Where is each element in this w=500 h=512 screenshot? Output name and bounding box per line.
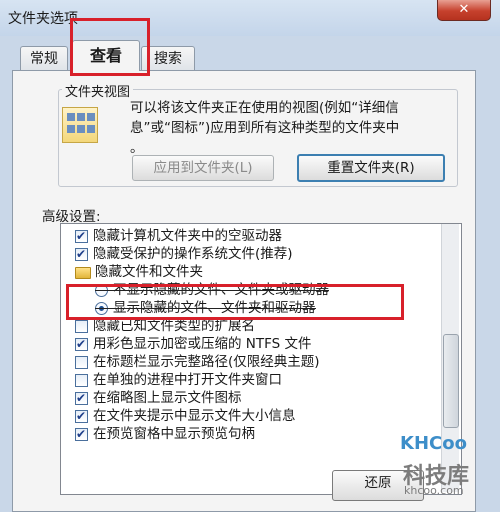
- list-item[interactable]: 不显示隐藏的文件、文件夹或驱动器: [95, 280, 329, 300]
- title-bar: 文件夹选项 ✕: [0, 0, 500, 36]
- tab-view[interactable]: 查看: [72, 40, 140, 71]
- checkbox[interactable]: [75, 320, 88, 333]
- tab-search[interactable]: 搜索: [141, 46, 195, 71]
- scrollbar-thumb[interactable]: [443, 334, 459, 428]
- checkbox[interactable]: [75, 406, 88, 426]
- tab-general[interactable]: 常规: [20, 46, 68, 71]
- folder-views-icon: [62, 107, 98, 143]
- advanced-settings-list[interactable]: 隐藏计算机文件夹中的空驱动器 隐藏受保护的操作系统文件(推荐) 隐藏文件和文件夹…: [60, 223, 462, 495]
- list-item-label: 隐藏文件和文件夹: [95, 264, 203, 280]
- radio-button[interactable]: [95, 284, 108, 297]
- folder-views-description: 可以将该文件夹正在使用的视图(例如“详细信 息”或“图标”)应用到所有这种类型的…: [130, 98, 450, 158]
- list-item[interactable]: 在标题栏显示完整路径(仅限经典主题): [75, 352, 320, 372]
- checkbox[interactable]: [75, 334, 88, 354]
- list-item-label: 在标题栏显示完整路径(仅限经典主题): [93, 354, 320, 370]
- list-item[interactable]: 在单独的进程中打开文件夹窗口: [75, 370, 282, 390]
- list-item[interactable]: 隐藏受保护的操作系统文件(推荐): [75, 244, 293, 264]
- list-item: 隐藏文件和文件夹: [75, 262, 203, 282]
- list-item[interactable]: 在缩略图上显示文件图标: [75, 388, 242, 408]
- apply-to-folders-button[interactable]: 应用到文件夹(L): [132, 155, 274, 181]
- checkbox[interactable]: [75, 244, 88, 264]
- checkbox[interactable]: [75, 356, 88, 369]
- list-item[interactable]: 在文件夹提示中显示文件大小信息: [75, 406, 296, 426]
- checkbox[interactable]: [75, 388, 88, 408]
- list-item-label: 在预览窗格中显示预览句柄: [93, 426, 255, 442]
- description-line: 可以将该文件夹正在使用的视图(例如“详细信: [130, 100, 399, 116]
- list-item[interactable]: 隐藏已知文件类型的扩展名: [75, 316, 255, 336]
- folder-views-legend: 文件夹视图: [62, 81, 134, 100]
- list-item-label: 在缩略图上显示文件图标: [93, 390, 242, 406]
- watermark-brand: KHCoo: [400, 433, 467, 454]
- watermark-url: khcoo.com: [404, 484, 464, 497]
- list-item[interactable]: 用彩色显示加密或压缩的 NTFS 文件: [75, 334, 312, 354]
- list-item[interactable]: 显示隐藏的文件、文件夹和驱动器: [95, 298, 316, 318]
- list-item-label: 不显示隐藏的文件、文件夹或驱动器: [113, 282, 329, 298]
- list-item-label: 隐藏已知文件类型的扩展名: [93, 318, 255, 334]
- list-item[interactable]: 在预览窗格中显示预览句柄: [75, 424, 255, 444]
- advanced-settings-label: 高级设置:: [42, 209, 101, 225]
- list-item-label: 用彩色显示加密或压缩的 NTFS 文件: [93, 336, 312, 352]
- radio-button[interactable]: [95, 302, 108, 315]
- reset-folders-button[interactable]: 重置文件夹(R): [297, 154, 445, 182]
- close-icon: ✕: [458, 2, 470, 17]
- checkbox[interactable]: [75, 226, 88, 246]
- window-title: 文件夹选项: [8, 11, 78, 27]
- close-button[interactable]: ✕: [437, 0, 491, 21]
- folder-icon: [75, 267, 91, 279]
- checkbox[interactable]: [75, 424, 88, 444]
- list-item[interactable]: 隐藏计算机文件夹中的空驱动器: [75, 226, 282, 246]
- list-item-label: 在单独的进程中打开文件夹窗口: [93, 372, 282, 388]
- list-item-label: 显示隐藏的文件、文件夹和驱动器: [113, 300, 316, 316]
- checkbox[interactable]: [75, 374, 88, 387]
- list-item-label: 隐藏受保护的操作系统文件(推荐): [93, 246, 293, 262]
- description-line: 息”或“图标”)应用到所有这种类型的文件夹中: [130, 120, 400, 136]
- list-item-label: 隐藏计算机文件夹中的空驱动器: [93, 228, 282, 244]
- list-item-label: 在文件夹提示中显示文件大小信息: [93, 408, 296, 424]
